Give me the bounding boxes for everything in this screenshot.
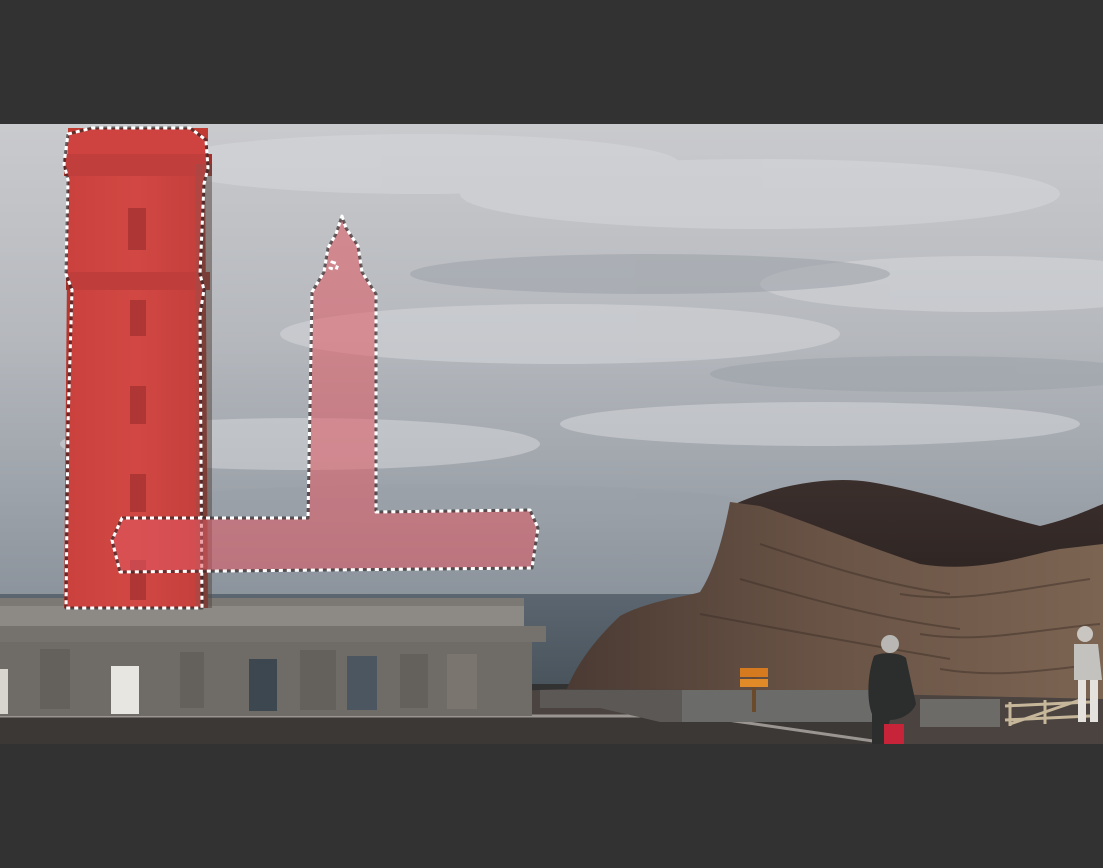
ruined-building	[0, 598, 546, 716]
building-window	[347, 656, 377, 710]
frame-canvas[interactable]	[0, 124, 1103, 744]
building-window	[111, 666, 139, 714]
video-frame[interactable]	[0, 124, 1103, 744]
building-window	[249, 659, 277, 711]
building-window	[0, 669, 8, 714]
letterbox-top	[0, 0, 1103, 124]
building-window	[447, 654, 477, 709]
stone-wall	[682, 690, 872, 722]
stone-wall-right	[920, 699, 1000, 727]
letterbox-bottom	[0, 744, 1103, 868]
